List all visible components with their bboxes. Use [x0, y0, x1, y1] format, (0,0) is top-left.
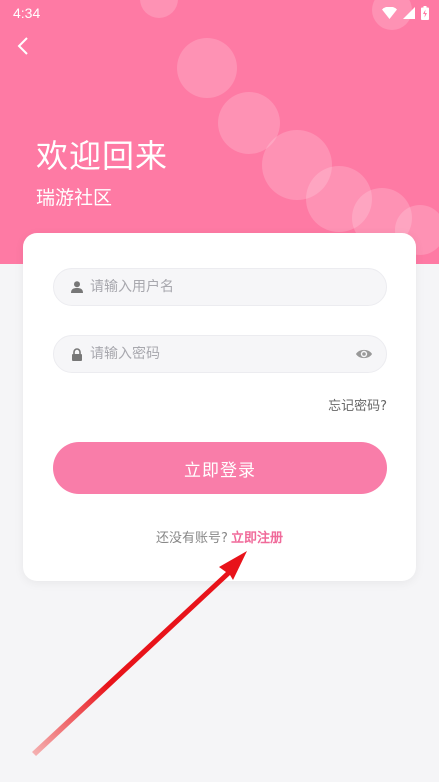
wifi-icon: [382, 7, 397, 19]
register-prompt: 还没有账号?: [156, 531, 228, 546]
register-row: 还没有账号? 立即注册: [23, 527, 416, 546]
status-icons: [382, 6, 429, 20]
status-bar: 4:34: [0, 0, 439, 26]
decorative-bubble: [177, 38, 237, 98]
username-field[interactable]: [53, 268, 387, 306]
lock-icon: [70, 347, 84, 361]
back-button[interactable]: [10, 33, 36, 59]
status-time: 4:34: [13, 5, 41, 21]
login-card: 忘记密码? 立即登录 还没有账号?立即注册: [23, 233, 416, 581]
chevron-left-icon: [17, 37, 28, 55]
eye-icon[interactable]: [354, 347, 374, 361]
register-link[interactable]: 立即注册: [231, 531, 283, 546]
battery-icon: [421, 6, 429, 20]
page-subtitle: 瑞游社区: [36, 187, 113, 209]
username-input[interactable]: [90, 279, 374, 295]
user-icon: [70, 280, 84, 294]
login-button[interactable]: 立即登录: [53, 442, 387, 494]
page-title: 欢迎回来: [36, 137, 169, 175]
password-input[interactable]: [90, 346, 354, 362]
password-field[interactable]: [53, 335, 387, 373]
signal-icon: [403, 7, 415, 19]
forgot-password-link[interactable]: 忘记密码?: [328, 395, 387, 414]
